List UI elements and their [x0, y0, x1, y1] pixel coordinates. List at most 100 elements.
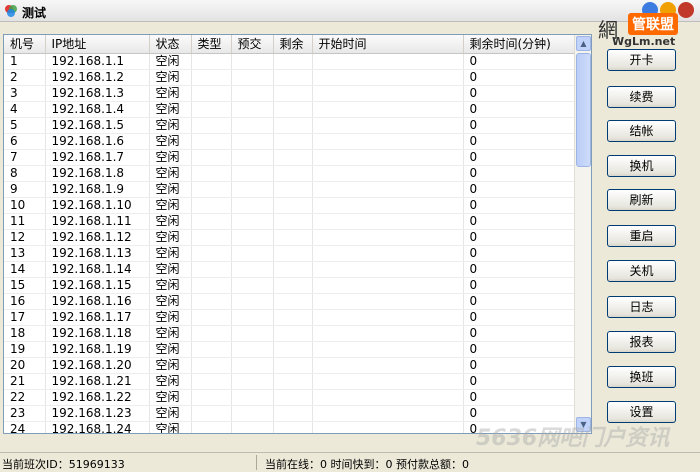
table-cell: [231, 405, 274, 422]
column-header-start-time[interactable]: 开始时间: [312, 35, 464, 54]
table-cell: [191, 229, 232, 246]
table-cell: 192.168.1.14: [45, 261, 150, 278]
table-cell: 0: [463, 181, 576, 198]
table-cell: 192.168.1.23: [45, 405, 150, 422]
table-cell: [191, 373, 232, 390]
table-cell: 24: [4, 421, 46, 433]
machine-table[interactable]: 机号 IP地址 状态 类型 预交 剩余 开始时间 剩余时间(分钟) 1 192.1…: [3, 34, 592, 434]
shutdown-button[interactable]: 关机: [607, 260, 676, 282]
table-cell: [312, 405, 464, 422]
column-header-prepaid[interactable]: 预交: [231, 35, 274, 54]
restart-button[interactable]: 重启: [607, 225, 676, 247]
table-cell: 192.168.1.5: [45, 117, 150, 134]
table-cell: 0: [463, 357, 576, 374]
table-cell: 192.168.1.13: [45, 245, 150, 262]
table-cell: 空闲: [149, 133, 192, 150]
table-cell: [191, 213, 232, 230]
renew-button[interactable]: 续费: [607, 86, 676, 108]
table-cell: [312, 117, 464, 134]
table-row[interactable]: 2 192.168.1.2 空闲 0: [4, 69, 576, 86]
table-cell: [273, 421, 313, 433]
table-cell: [273, 341, 313, 358]
table-cell: 0: [463, 133, 576, 150]
table-row[interactable]: 20 192.168.1.20 空闲 0: [4, 357, 576, 374]
checkout-button[interactable]: 结帐: [607, 120, 676, 142]
scroll-up-icon[interactable]: ▲: [576, 36, 591, 51]
table-cell: 192.168.1.21: [45, 373, 150, 390]
table-cell: [312, 277, 464, 294]
table-row[interactable]: 4 192.168.1.4 空闲 0: [4, 101, 576, 118]
table-row[interactable]: 13 192.168.1.13 空闲 0: [4, 245, 576, 262]
table-cell: 5: [4, 117, 46, 134]
switch-machine-button[interactable]: 换机: [607, 155, 676, 177]
table-cell: [231, 341, 274, 358]
table-cell: 空闲: [149, 341, 192, 358]
table-cell: 空闲: [149, 389, 192, 406]
table-cell: 0: [463, 389, 576, 406]
table-cell: [312, 101, 464, 118]
table-cell: [312, 357, 464, 374]
table-cell: 空闲: [149, 213, 192, 230]
column-header-status[interactable]: 状态: [149, 35, 192, 54]
table-cell: 空闲: [149, 245, 192, 262]
table-cell: [273, 261, 313, 278]
refresh-button[interactable]: 刷新: [607, 189, 676, 211]
table-cell: [273, 101, 313, 118]
report-button[interactable]: 报表: [607, 331, 676, 353]
table-row[interactable]: 15 192.168.1.15 空闲 0: [4, 277, 576, 294]
table-cell: 192.168.1.3: [45, 85, 150, 102]
table-cell: [191, 421, 232, 433]
table-cell: 192.168.1.17: [45, 309, 150, 326]
table-row[interactable]: 3 192.168.1.3 空闲 0: [4, 85, 576, 102]
table-cell: 空闲: [149, 101, 192, 118]
column-header-type[interactable]: 类型: [191, 35, 232, 54]
scrollbar-thumb[interactable]: [576, 53, 591, 167]
table-cell: [231, 389, 274, 406]
table-row[interactable]: 17 192.168.1.17 空闲 0: [4, 309, 576, 326]
table-cell: 0: [463, 261, 576, 278]
table-cell: [312, 165, 464, 182]
table-row[interactable]: 11 192.168.1.11 空闲 0: [4, 213, 576, 230]
table-cell: 空闲: [149, 53, 192, 70]
column-header-ip[interactable]: IP地址: [45, 35, 150, 54]
log-button[interactable]: 日志: [607, 296, 676, 318]
table-row[interactable]: 22 192.168.1.22 空闲 0: [4, 389, 576, 406]
table-cell: 0: [463, 245, 576, 262]
table-row[interactable]: 14 192.168.1.14 空闲 0: [4, 261, 576, 278]
table-cell: 192.168.1.1: [45, 53, 150, 70]
table-row[interactable]: 16 192.168.1.16 空闲 0: [4, 293, 576, 310]
table-cell: 空闲: [149, 165, 192, 182]
table-row[interactable]: 19 192.168.1.19 空闲 0: [4, 341, 576, 358]
table-cell: 0: [463, 405, 576, 422]
table-cell: 16: [4, 293, 46, 310]
table-cell: 22: [4, 389, 46, 406]
table-row[interactable]: 9 192.168.1.9 空闲 0: [4, 181, 576, 198]
vertical-scrollbar[interactable]: ▲ ▼: [574, 35, 591, 433]
table-cell: 空闲: [149, 405, 192, 422]
change-shift-button[interactable]: 换班: [607, 366, 676, 388]
table-row[interactable]: 23 192.168.1.23 空闲 0: [4, 405, 576, 422]
table-row[interactable]: 18 192.168.1.18 空闲 0: [4, 325, 576, 342]
table-cell: 空闲: [149, 85, 192, 102]
table-row[interactable]: 21 192.168.1.21 空闲 0: [4, 373, 576, 390]
table-cell: 192.168.1.4: [45, 101, 150, 118]
table-cell: 192.168.1.11: [45, 213, 150, 230]
table-cell: 0: [463, 149, 576, 166]
table-cell: 192.168.1.19: [45, 341, 150, 358]
column-header-remaining[interactable]: 剩余: [273, 35, 313, 54]
table-row[interactable]: 10 192.168.1.10 空闲 0: [4, 197, 576, 214]
column-header-machine-no[interactable]: 机号: [4, 35, 46, 54]
column-header-remaining-minutes[interactable]: 剩余时间(分钟): [463, 35, 576, 54]
table-cell: 空闲: [149, 117, 192, 134]
table-row[interactable]: 5 192.168.1.5 空闲 0: [4, 117, 576, 134]
table-row[interactable]: 8 192.168.1.8 空闲 0: [4, 165, 576, 182]
table-cell: [273, 197, 313, 214]
close-icon[interactable]: [678, 2, 694, 18]
table-row[interactable]: 12 192.168.1.12 空闲 0: [4, 229, 576, 246]
table-row[interactable]: 1 192.168.1.1 空闲 0: [4, 53, 576, 70]
table-cell: 9: [4, 181, 46, 198]
app-icon: [5, 5, 17, 17]
table-row[interactable]: 7 192.168.1.7 空闲 0: [4, 149, 576, 166]
open-card-button[interactable]: 开卡: [607, 49, 676, 71]
table-row[interactable]: 6 192.168.1.6 空闲 0: [4, 133, 576, 150]
